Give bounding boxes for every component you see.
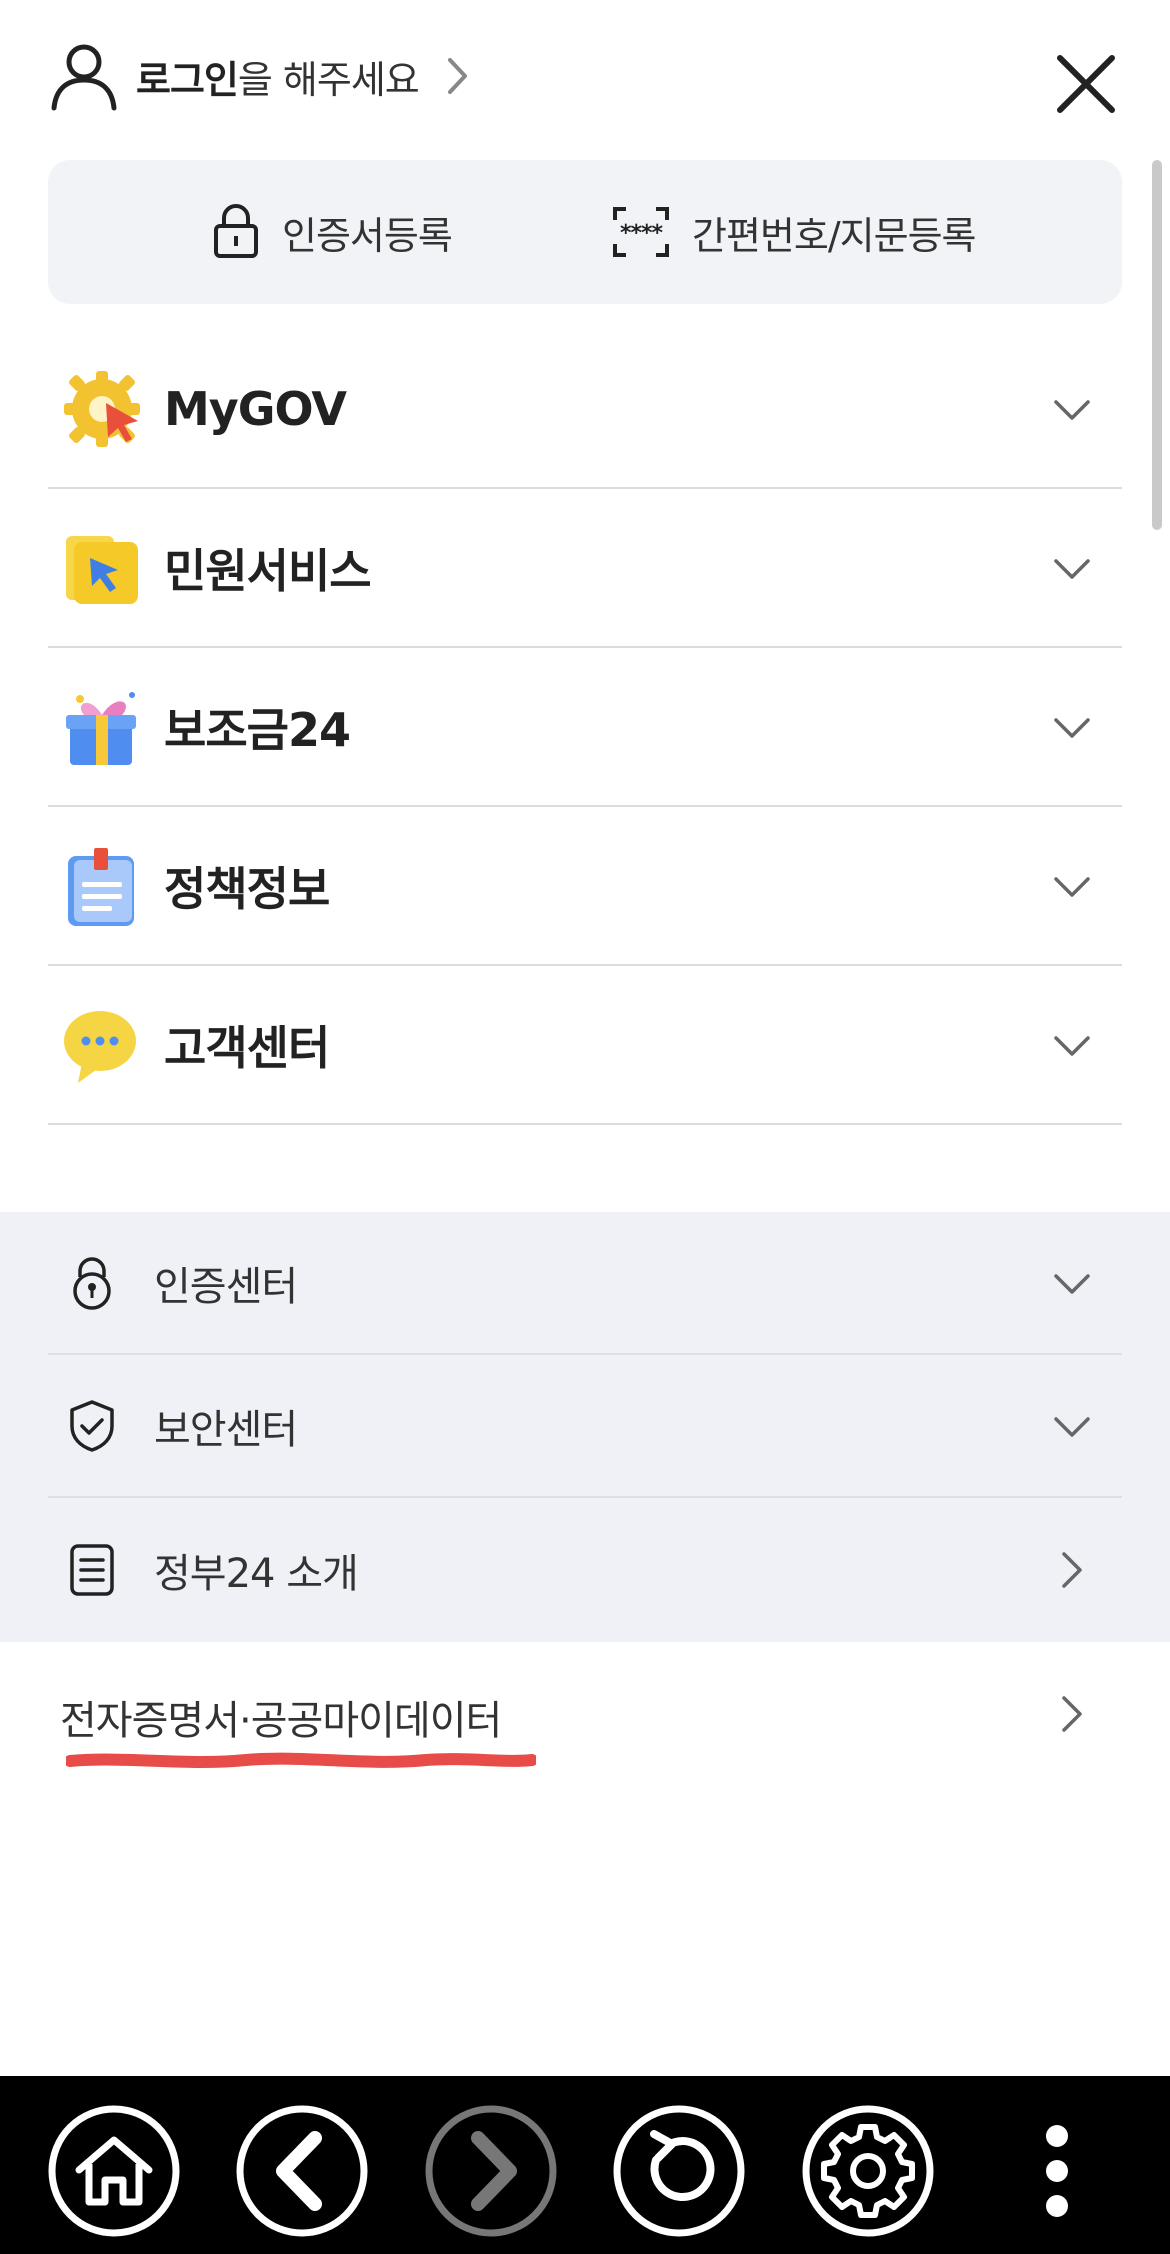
menu-item-civil-service[interactable]: 민원서비스	[48, 489, 1122, 648]
clipboard-doc-icon	[68, 847, 134, 926]
chevron-down-icon	[1054, 877, 1090, 897]
sub-item-auth-center[interactable]: 인증센터	[48, 1212, 1122, 1355]
sub-item-security-center[interactable]: 보안센터	[48, 1355, 1122, 1498]
login-rest-text: 을 해주세요	[237, 57, 420, 102]
refresh-button[interactable]	[612, 2104, 746, 2238]
back-button[interactable]	[235, 2104, 369, 2238]
browser-bottom-bar	[0, 2076, 1170, 2254]
user-icon	[51, 44, 117, 111]
home-button[interactable]	[47, 2104, 181, 2238]
menu-label-mygov: MyGOV	[164, 381, 347, 436]
settings-icon	[802, 2105, 934, 2237]
red-scribble-underline	[66, 1752, 536, 1768]
quick-actions-panel: 인증서등록 **** 간편번호/지문등록	[48, 160, 1122, 304]
back-icon	[236, 2105, 368, 2237]
register-pin-fingerprint-button[interactable]: **** 간편번호/지문등록	[612, 160, 976, 304]
chevron-right-icon	[1062, 1696, 1082, 1732]
register-certificate-button[interactable]: 인증서등록	[212, 160, 453, 304]
main-menu: MyGOV 민원서비스 보조금24 정책정보 고객센터	[48, 330, 1122, 1125]
menu-label-customer-center: 고객센터	[164, 1020, 330, 1075]
menu-label-policy-info: 정책정보	[164, 861, 330, 916]
scrollbar[interactable]	[1152, 160, 1162, 530]
speech-bubble-icon	[64, 1010, 136, 1083]
chevron-right-icon	[1062, 1552, 1082, 1588]
chevron-down-icon	[1054, 1417, 1090, 1437]
menu-label-civil-service: 민원서비스	[164, 543, 372, 598]
menu-item-customer-center[interactable]: 고객센터	[48, 966, 1122, 1125]
menu-item-policy-info[interactable]: 정책정보	[48, 807, 1122, 966]
sub-label-auth-center: 인증센터	[154, 1263, 298, 1310]
padlock-icon	[73, 1256, 111, 1310]
menu-item-mygov[interactable]: MyGOV	[48, 330, 1122, 489]
shield-check-icon	[70, 1399, 114, 1452]
login-prompt: 로그인을 해주세요	[136, 49, 420, 104]
chevron-down-icon	[1054, 559, 1090, 579]
register-pin-label: 간편번호/지문등록	[692, 213, 976, 258]
login-link[interactable]: 로그인을 해주세요	[48, 38, 471, 114]
home-icon	[48, 2105, 180, 2237]
chevron-right-icon	[447, 58, 467, 94]
register-certificate-label: 인증서등록	[282, 213, 453, 258]
menu-item-subsidy[interactable]: 보조금24	[48, 648, 1122, 807]
more-vertical-icon	[1046, 2125, 1068, 2217]
ecert-mydata-link[interactable]: 전자증명서·공공마이데이터	[48, 1650, 1122, 1780]
header: 로그인을 해주세요	[0, 0, 1170, 150]
document-list-icon	[70, 1543, 114, 1596]
gift-box-icon	[66, 691, 136, 765]
forward-button[interactable]	[424, 2104, 558, 2238]
lock-icon	[214, 204, 258, 258]
chevron-down-icon	[1054, 400, 1090, 420]
mygov-gear-icon	[64, 370, 140, 447]
close-icon[interactable]	[1052, 50, 1120, 118]
settings-button[interactable]	[801, 2104, 935, 2238]
forward-icon	[425, 2105, 557, 2237]
pin-scan-icon: ****	[613, 207, 669, 257]
svg-text:****: ****	[620, 221, 664, 246]
refresh-icon	[613, 2105, 745, 2237]
chevron-down-icon	[1054, 1036, 1090, 1056]
login-bold-text: 로그인	[136, 57, 239, 102]
chevron-down-icon	[1054, 718, 1090, 738]
sub-menu-section: 인증센터 보안센터 정부24 소개	[0, 1212, 1170, 1642]
ecert-mydata-label: 전자증명서·공공마이데이터	[60, 1698, 502, 1744]
chevron-down-icon	[1054, 1274, 1090, 1294]
menu-label-subsidy: 보조금24	[164, 702, 351, 757]
sub-label-security-center: 보안센터	[154, 1406, 298, 1453]
more-menu-button[interactable]	[990, 2104, 1124, 2238]
sub-item-gov24-intro[interactable]: 정부24 소개	[48, 1498, 1122, 1641]
folder-cursor-icon	[66, 535, 138, 604]
sub-label-gov24-intro: 정부24 소개	[154, 1550, 359, 1597]
